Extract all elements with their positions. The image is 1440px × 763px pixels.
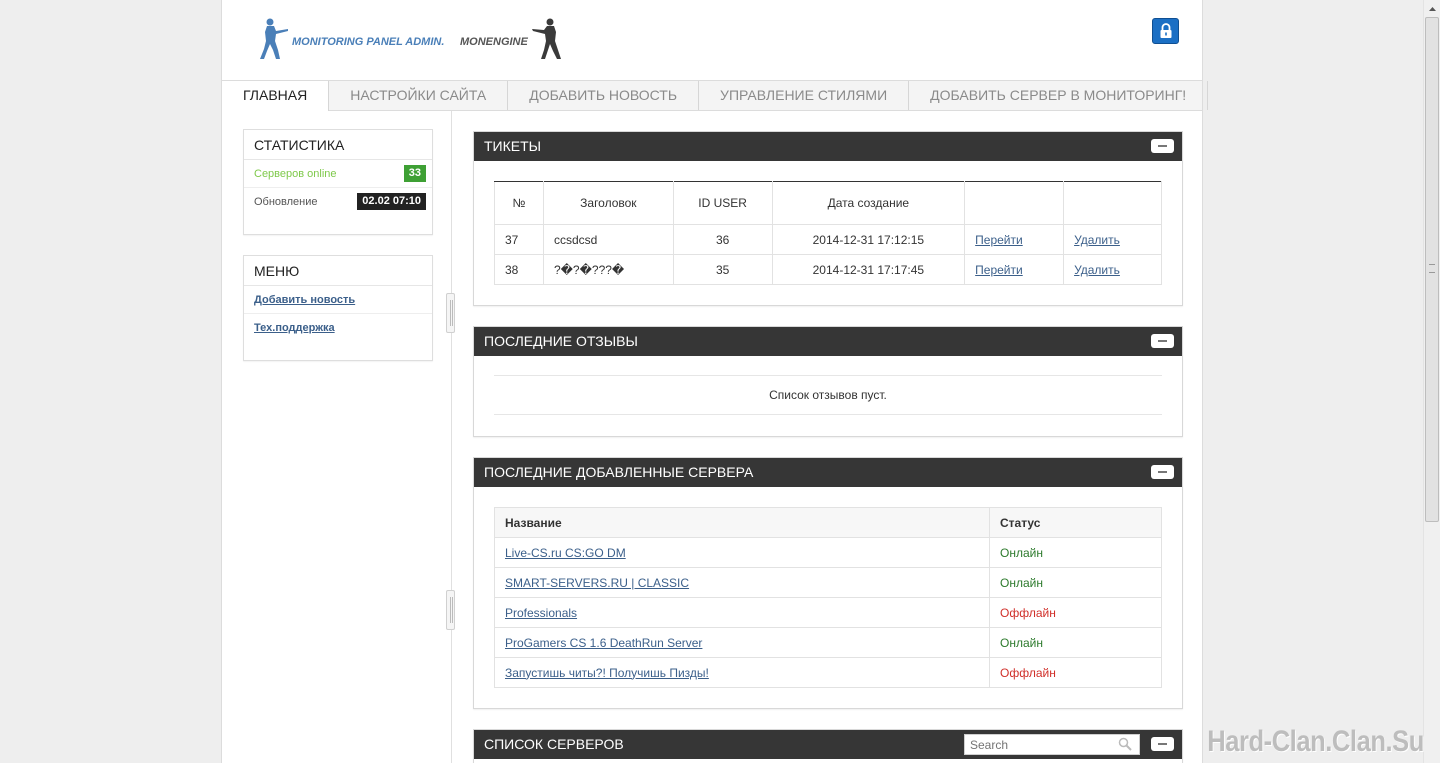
server-status: Оффлайн: [989, 597, 1162, 628]
scroll-up-arrow[interactable]: [1424, 0, 1440, 17]
ticket-number: 38: [494, 254, 544, 285]
menu-item-support: Тех.поддержка: [244, 314, 432, 342]
menu-item-add-news: Добавить новость: [244, 286, 432, 314]
column-header: [964, 181, 1065, 225]
lock-button[interactable]: [1152, 18, 1179, 44]
lock-icon: [1160, 23, 1171, 38]
ticket-delete-link[interactable]: Удалить: [1074, 233, 1120, 247]
collapse-button[interactable]: [1151, 334, 1174, 348]
table-row: Live-CS.ru CS:GO DM Онлайн: [494, 537, 1162, 568]
splitter-handle[interactable]: [446, 293, 455, 333]
ticket-open-link[interactable]: Перейти: [975, 263, 1023, 277]
server-status: Онлайн: [989, 537, 1162, 568]
soldier-icon: [260, 18, 288, 59]
server-link[interactable]: ProGamers CS 1.6 DeathRun Server: [505, 636, 702, 650]
ticket-title: ?�?�???�: [542, 254, 674, 285]
panel-header: ТИКЕТЫ: [474, 132, 1182, 161]
reviews-title: ПОСЛЕДНИЕ ОТЗЫВЫ: [484, 333, 638, 349]
ticket-title: ccsdcsd: [542, 224, 674, 255]
stat-row-update: Обновление 02.02 07:10: [244, 188, 432, 216]
stat-row-servers-online: Серверов online 33: [244, 160, 432, 188]
column-header: [1063, 181, 1162, 225]
latest-servers-panel: ПОСЛЕДНИЕ ДОБАВЛЕННЫЕ СЕРВЕРА Название С…: [473, 457, 1183, 709]
panel-header: СПИСОК СЕРВЕРОВ: [474, 730, 1182, 759]
logo-monitoring-panel[interactable]: MONITORING PANEL ADMIN.: [258, 16, 444, 62]
reviews-panel: ПОСЛЕДНИЕ ОТЗЫВЫ Список отзывов пуст.: [473, 326, 1183, 437]
site-header: MONITORING PANEL ADMIN. MONENGINE: [222, 0, 1202, 80]
watermark-text: Hard-Clan.Clan.Su: [1207, 725, 1424, 758]
scrollbar-thumb[interactable]: [1425, 17, 1439, 522]
menu-link-support[interactable]: Тех.поддержка: [254, 322, 335, 334]
panel-header: ПОСЛЕДНИЕ ДОБАВЛЕННЫЕ СЕРВЕРА: [474, 458, 1182, 487]
ticket-user-id: 36: [672, 224, 773, 255]
column-divider: [451, 111, 452, 763]
table-row: 37 ccsdcsd 36 2014-12-31 17:12:15 Перейт…: [494, 224, 1162, 255]
logo-secondary-text: MONENGINE: [460, 36, 528, 48]
nav-item-home[interactable]: ГЛАВНАЯ: [222, 81, 330, 111]
column-header: №: [494, 181, 544, 225]
collapse-button[interactable]: [1151, 465, 1174, 479]
stats-title: СТАТИСТИКА: [244, 130, 432, 160]
table-row: SMART-SERVERS.RU | CLASSIC Онлайн: [494, 567, 1162, 598]
ticket-date: 2014-12-31 17:17:45: [771, 254, 966, 285]
server-link[interactable]: Professionals: [505, 606, 577, 620]
column-header: Дата создание: [771, 181, 966, 225]
tickets-panel: ТИКЕТЫ № Заголовок ID USER Дата создание…: [473, 131, 1183, 306]
menu-title: МЕНЮ: [244, 256, 432, 286]
server-status: Оффлайн: [989, 657, 1162, 688]
latest-servers-title: ПОСЛЕДНИЕ ДОБАВЛЕННЫЕ СЕРВЕРА: [484, 464, 754, 480]
column-header: Название: [494, 507, 990, 538]
logo-primary-text: MONITORING PANEL ADMIN.: [292, 36, 445, 48]
update-badge: 02.02 07:10: [357, 193, 426, 210]
panel-header: ПОСЛЕДНИЕ ОТЗЫВЫ: [474, 327, 1182, 356]
servers-online-label: Серверов online: [254, 168, 337, 180]
ticket-date: 2014-12-31 17:12:15: [771, 224, 966, 255]
main-navigation: ГЛАВНАЯ НАСТРОЙКИ САЙТА ДОБАВИТЬ НОВОСТЬ…: [222, 80, 1209, 111]
nav-item-site-settings[interactable]: НАСТРОЙКИ САЙТА: [329, 81, 509, 110]
tickets-title: ТИКЕТЫ: [484, 138, 542, 154]
menu-link-add-news[interactable]: Добавить новость: [254, 294, 355, 306]
ticket-open-link[interactable]: Перейти: [975, 233, 1023, 247]
reviews-empty-message: Список отзывов пуст.: [494, 375, 1162, 415]
table-row: 38 ?�?�???� 35 2014-12-31 17:17:45 Перей…: [494, 254, 1162, 285]
server-list-panel: СПИСОК СЕРВЕРОВ: [473, 729, 1183, 763]
latest-servers-table: Название Статус Live-CS.ru CS:GO DM Онла…: [494, 507, 1162, 688]
nav-item-style-management[interactable]: УПРАВЛЕНИЕ СТИЛЯМИ: [699, 81, 910, 110]
table-header-row: № Заголовок ID USER Дата создание: [494, 181, 1162, 225]
update-label: Обновление: [254, 196, 318, 208]
page-container: MONITORING PANEL ADMIN. MONENGINE ГЛАВНА…: [221, 0, 1209, 763]
servers-online-badge: 33: [403, 165, 426, 182]
search-icon[interactable]: [1118, 737, 1132, 751]
logo-monengine[interactable]: MONENGINE: [460, 16, 562, 62]
server-link[interactable]: Live-CS.ru CS:GO DM: [505, 546, 626, 560]
nav-item-add-news[interactable]: ДОБАВИТЬ НОВОСТЬ: [508, 81, 700, 110]
table-header-row: Название Статус: [494, 507, 1162, 538]
server-status: Онлайн: [989, 567, 1162, 598]
server-list-title: СПИСОК СЕРВЕРОВ: [484, 736, 624, 752]
splitter-handle[interactable]: [446, 590, 455, 630]
table-row: ProGamers CS 1.6 DeathRun Server Онлайн: [494, 627, 1162, 658]
vertical-scrollbar[interactable]: [1423, 0, 1440, 763]
ticket-delete-link[interactable]: Удалить: [1074, 263, 1120, 277]
column-header: ID USER: [672, 181, 773, 225]
column-header: Заголовок: [542, 181, 674, 225]
soldier-icon: [531, 18, 561, 59]
ticket-user-id: 35: [672, 254, 773, 285]
server-link[interactable]: SMART-SERVERS.RU | CLASSIC: [505, 576, 689, 590]
column-header: Статус: [989, 507, 1162, 538]
tickets-table: № Заголовок ID USER Дата создание 37 ccs…: [494, 181, 1162, 285]
server-status: Онлайн: [989, 627, 1162, 658]
collapse-button[interactable]: [1151, 139, 1174, 153]
ticket-number: 37: [494, 224, 544, 255]
server-link[interactable]: Запустишь читы?! Получишь Пизды!: [505, 666, 709, 680]
chevron-up-icon: [1429, 6, 1436, 11]
stats-box: СТАТИСТИКА Серверов online 33 Обновление…: [243, 129, 433, 235]
menu-box: МЕНЮ Добавить новость Тех.поддержка: [243, 255, 433, 361]
server-search-input[interactable]: [964, 734, 1140, 755]
table-row: Professionals Оффлайн: [494, 597, 1162, 628]
nav-item-add-server[interactable]: ДОБАВИТЬ СЕРВЕР В МОНИТОРИНГ!: [909, 81, 1209, 110]
table-row: Запустишь читы?! Получишь Пизды! Оффлайн: [494, 657, 1162, 688]
